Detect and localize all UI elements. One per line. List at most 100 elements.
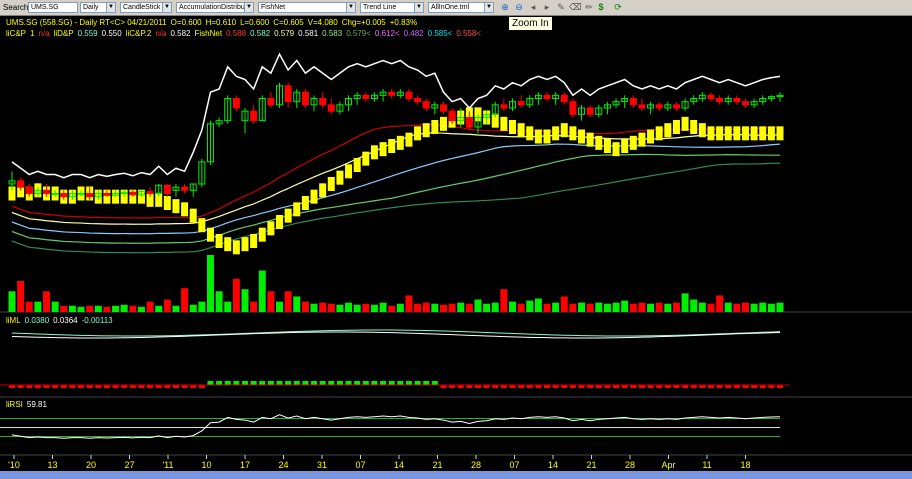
fishnet-bar — [370, 145, 378, 160]
volume-bar — [8, 291, 16, 312]
liml-histogram-bar — [259, 381, 266, 385]
volume-bar — [612, 302, 620, 312]
volume-bar — [543, 303, 551, 312]
volume-bar — [733, 303, 741, 312]
fishnet-bar — [414, 126, 422, 141]
volume-bar — [465, 303, 473, 312]
volume-bar — [146, 301, 154, 312]
candle-body — [163, 184, 171, 194]
volume-bar — [232, 278, 240, 312]
fishnet-bar — [586, 132, 594, 147]
volume-bar — [112, 305, 120, 312]
liml-histogram-bar — [319, 381, 326, 385]
fishnet-bar — [500, 116, 508, 131]
volume-bar — [422, 302, 430, 312]
x-tick-label: 28 — [471, 460, 481, 470]
fishnet-bar — [707, 126, 715, 141]
x-tick-label: 28 — [625, 460, 635, 470]
liml-histogram-bar — [311, 381, 318, 385]
fishnet-bar — [690, 120, 698, 134]
x-tick-label: 14 — [394, 460, 404, 470]
volume-bar — [60, 305, 68, 312]
volume-bar — [638, 302, 646, 312]
volume-bar — [379, 302, 387, 312]
volume-bar — [664, 303, 672, 312]
volume-bar — [172, 305, 180, 312]
fishnet-bar — [526, 126, 534, 141]
fishnet-bar — [250, 234, 258, 248]
price-chart[interactable]: '10 13 20 27 '11 10 17 24 31 07 14 21 28 07 14 21 28 Apr 1… — [0, 0, 912, 479]
volume-bar — [500, 289, 508, 312]
fishnet-bar — [388, 139, 396, 153]
volume-bar — [491, 302, 499, 312]
volume-bar — [439, 304, 447, 312]
fishnet-bar — [232, 240, 240, 255]
liml-histogram-bar — [224, 381, 231, 385]
volume-bar — [181, 288, 189, 312]
fishnet-bar — [172, 199, 180, 214]
candle-body — [319, 98, 327, 106]
volume-bar — [215, 291, 223, 312]
fishnet-bar — [215, 234, 223, 248]
fishnet-bar — [310, 189, 318, 204]
candle-body — [569, 101, 577, 115]
candle-body — [448, 110, 456, 122]
fishnet-bar — [189, 208, 197, 223]
volume-bar — [526, 300, 534, 312]
candle-body — [629, 98, 637, 106]
liml-histogram-bar — [207, 381, 214, 385]
volume-bar — [431, 303, 439, 312]
volume-bar — [258, 270, 266, 312]
fishnet-bar — [258, 227, 266, 242]
fishnet-bar — [569, 126, 577, 141]
liml-histogram-bar — [216, 381, 223, 385]
x-tick-label: 10 — [201, 460, 211, 470]
candle-body — [86, 193, 94, 198]
x-tick-label: 31 — [317, 460, 327, 470]
x-tick-label: 14 — [548, 460, 558, 470]
candle-body — [517, 101, 525, 106]
candle-body — [327, 104, 335, 112]
liml-histogram-bar — [371, 381, 378, 385]
volume-bar — [578, 302, 586, 312]
fishnet-bar — [241, 237, 249, 252]
x-tick-label: 27 — [124, 460, 134, 470]
candle-body — [414, 98, 422, 103]
liml-histogram-bar — [414, 381, 421, 385]
x-tick-label: 17 — [240, 460, 250, 470]
candle-body — [439, 104, 447, 112]
volume-bar — [77, 306, 85, 312]
volume-bar — [483, 303, 491, 312]
fishnet-bar — [517, 123, 525, 138]
liml-histogram-bar — [423, 381, 430, 385]
candle-body — [250, 110, 258, 122]
liml-histogram-bar — [354, 381, 361, 385]
fishnet-bar — [336, 170, 344, 185]
volume-bar — [327, 303, 335, 312]
x-tick-label: 18 — [740, 460, 750, 470]
candle-body — [60, 193, 68, 198]
fishnet-bar — [578, 129, 586, 144]
fishnet-bar — [163, 196, 171, 210]
volume-bar — [457, 302, 465, 312]
volume-bar — [474, 299, 482, 312]
candle-body — [422, 101, 430, 109]
volume-bar — [560, 296, 568, 312]
fishnet-bar — [759, 126, 767, 141]
liml-histogram-bar — [250, 381, 257, 385]
candle-body — [741, 101, 749, 106]
volume-bar — [86, 305, 94, 312]
volume-bar — [43, 291, 51, 312]
candle-body — [51, 193, 59, 195]
volume-bar — [68, 305, 76, 312]
fishnet-bar — [733, 126, 741, 141]
candle-body — [500, 104, 508, 109]
volume-bar — [517, 303, 525, 312]
candle-body — [146, 191, 154, 195]
volume-bar — [267, 291, 275, 312]
x-tick-label: 07 — [355, 460, 365, 470]
candle-body — [232, 98, 240, 109]
x-tick-label: '10 — [8, 460, 20, 470]
volume-bar — [690, 299, 698, 312]
fishnet-bar — [681, 116, 689, 131]
